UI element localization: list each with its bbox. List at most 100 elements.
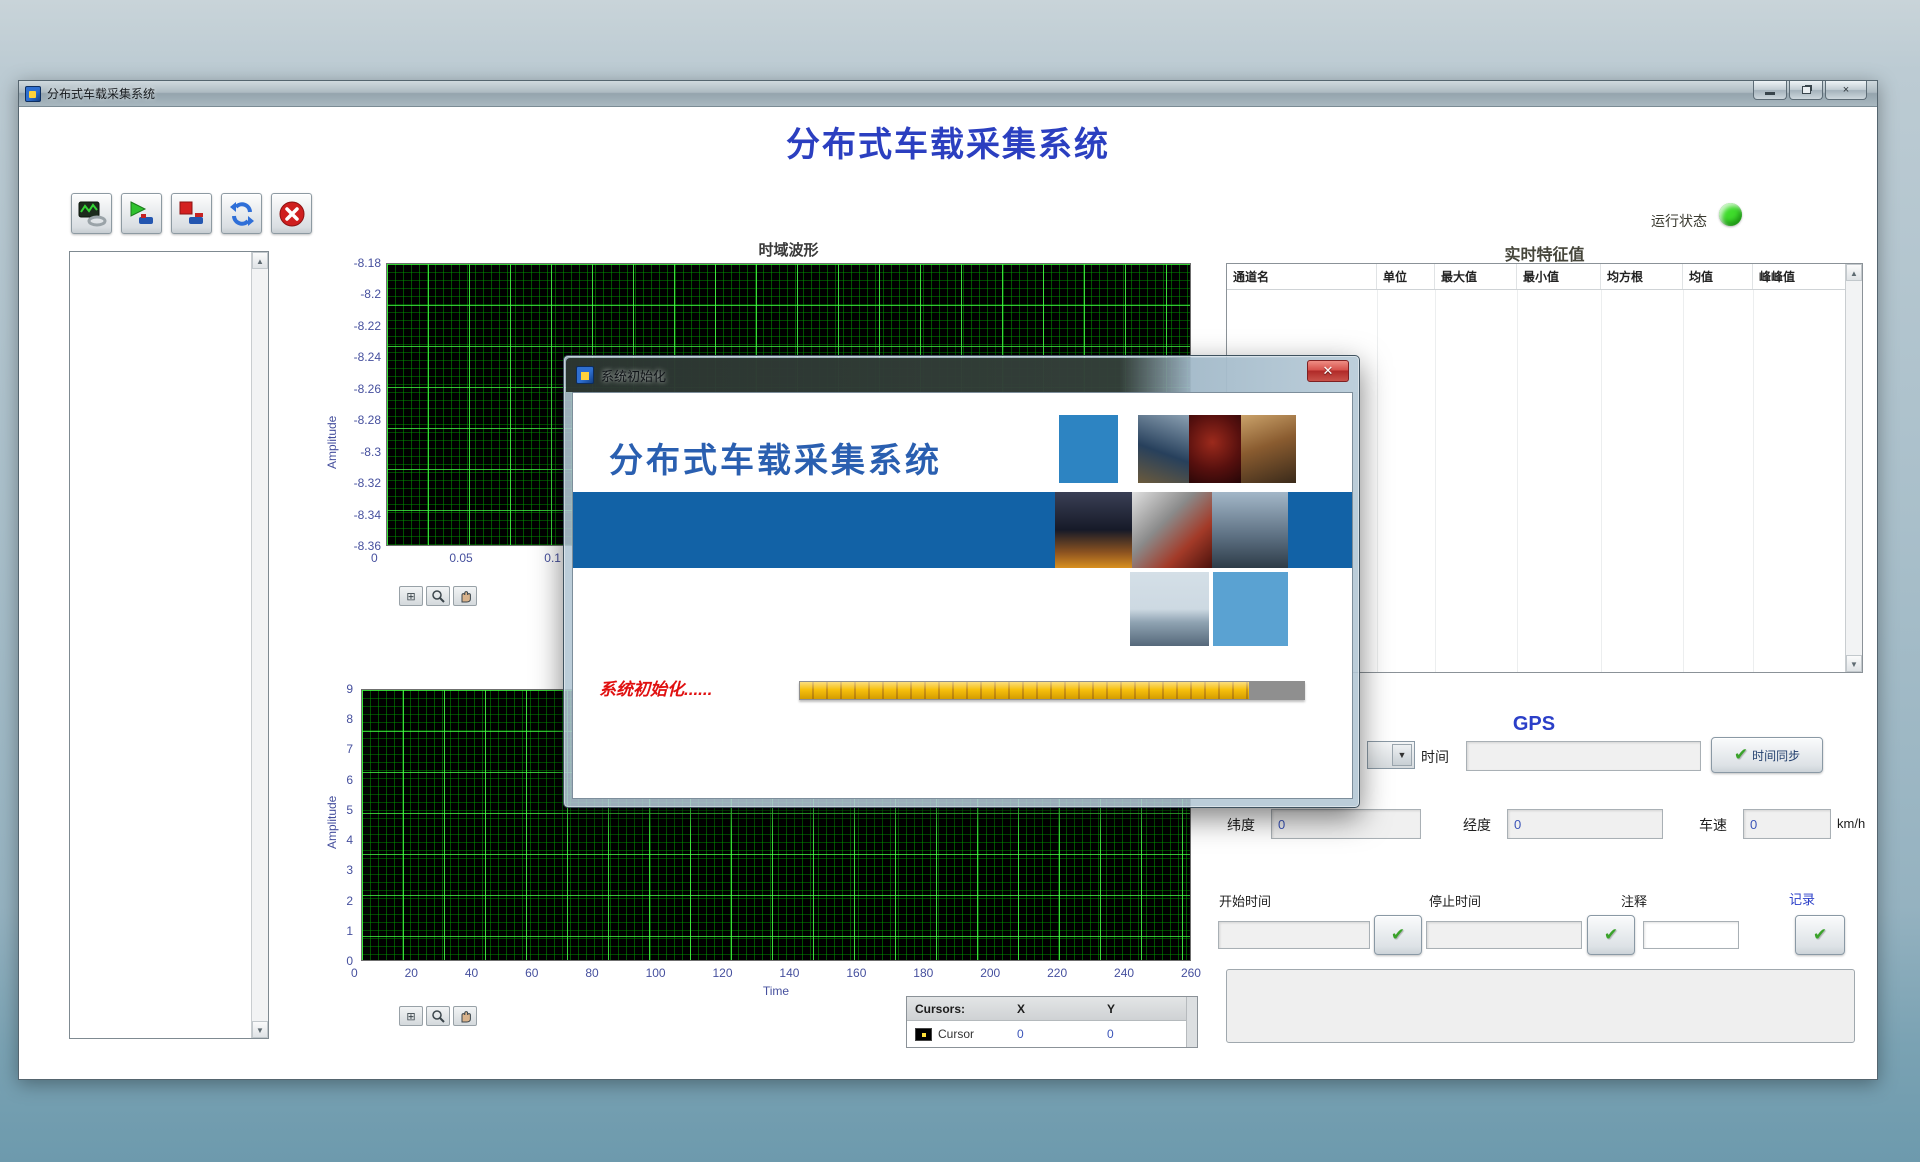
stop-time-confirm-button[interactable]: ✔ [1587,915,1635,955]
scroll-up-icon[interactable]: ▲ [1846,264,1862,281]
y-tick: 3 [346,863,353,877]
scroll-up-icon[interactable]: ▲ [252,252,268,269]
start-time-field[interactable] [1218,921,1370,949]
x-tick: 240 [1114,966,1134,980]
run-status-label: 运行状态 [1651,211,1707,231]
check-icon: ✔ [1604,925,1618,945]
abort-icon [277,199,307,229]
y-tick: 6 [346,773,353,787]
y-tick: 2 [346,894,353,908]
feature-panel-title: 实时特征值 [1226,241,1863,265]
feature-table-scrollbar[interactable]: ▲ ▼ [1845,264,1862,672]
cursor-legend-scrollbar[interactable] [1186,997,1197,1047]
dialog-content: 分布式车载采集系统 系统初始化...... [572,392,1353,799]
x-tick: 60 [525,966,538,980]
stop-button[interactable] [171,193,212,234]
gps-port-combo[interactable]: ▼ [1367,741,1415,769]
run-icon [127,199,157,229]
cursor-x-header: X [1017,1002,1107,1016]
x-tick: 0.1 [544,551,561,565]
chevron-down-icon[interactable]: ▼ [1392,744,1412,766]
top-chart-palette: ⊞ [399,586,477,606]
hardware-config-icon [77,199,107,229]
column-divider [1601,290,1602,672]
cursor-row[interactable]: Cursor 0 0 [907,1021,1197,1047]
y-tick: -8.2 [360,287,381,301]
x-tick: 0.05 [449,551,472,565]
latitude-field[interactable] [1271,809,1421,839]
pan-tool-icon[interactable] [453,586,477,606]
top-chart-title: 时域波形 [386,239,1191,260]
dialog-heading: 分布式车载采集系统 [609,433,942,482]
zoom-tool-icon[interactable] [426,1006,450,1026]
feature-column-header: 通道名 [1227,264,1377,289]
hardware-config-button[interactable] [71,193,112,234]
y-tick: 9 [346,682,353,696]
abort-button[interactable] [271,193,312,234]
mosaic-lightblue-tile [1213,572,1288,646]
dialog-close-button[interactable]: ✕ [1307,360,1349,382]
window-titlebar[interactable]: 分布式车载采集系统 × [19,81,1877,107]
mosaic-blue-tile [1059,415,1118,483]
x-tick: 200 [980,966,1000,980]
check-icon: ✔ [1813,925,1827,945]
zoom-tool-icon[interactable] [426,586,450,606]
speed-field[interactable] [1743,809,1831,839]
message-box [1226,969,1855,1043]
close-button[interactable]: × [1825,81,1867,100]
record-confirm-button[interactable]: ✔ [1795,915,1845,955]
gps-time-label: 时间 [1421,747,1449,767]
bottom-chart-xticks: 020406080100120140160180200220240260 [351,966,1201,980]
top-chart-yticks: -8.18-8.2-8.22-8.24-8.26-8.28-8.3-8.32-8… [319,256,381,553]
window-controls: × [1753,81,1867,100]
speed-unit-label: km/h [1837,816,1865,831]
longitude-field[interactable] [1507,809,1663,839]
mosaic-photo-engine [1189,415,1241,483]
start-time-confirm-button[interactable]: ✔ [1374,915,1422,955]
y-tick: 4 [346,833,353,847]
y-tick: 7 [346,742,353,756]
y-tick: 5 [346,803,353,817]
time-sync-label: 时间同步 [1752,747,1800,764]
refresh-button[interactable] [221,193,262,234]
minimize-button[interactable] [1753,81,1787,100]
x-tick: 140 [779,966,799,980]
scroll-down-icon[interactable]: ▼ [252,1021,268,1038]
top-chart-ylabel: Amplitude [325,416,339,469]
app-icon [25,86,41,102]
channel-listbox[interactable]: ▲ ▼ [69,251,269,1039]
x-tick: 160 [846,966,866,980]
note-field[interactable] [1643,921,1739,949]
x-tick: 80 [585,966,598,980]
start-time-label: 开始时间 [1219,891,1271,910]
latitude-label: 纬度 [1227,815,1255,835]
run-button[interactable] [121,193,162,234]
stop-time-field[interactable] [1426,921,1582,949]
record-label: 记录 [1789,889,1815,908]
mosaic-photo-aircraft [1212,492,1288,568]
cursor-tool-icon[interactable]: ⊞ [399,586,423,606]
mosaic-photo-machinery [1132,492,1212,568]
feature-column-header: 均方根 [1601,264,1683,289]
y-tick: -8.3 [360,445,381,459]
dialog-icon [576,366,594,384]
time-sync-button[interactable]: ✔ 时间同步 [1711,737,1823,773]
scroll-down-icon[interactable]: ▼ [1846,655,1862,672]
x-tick: 260 [1181,966,1201,980]
minimize-icon [1765,92,1775,95]
listbox-scrollbar[interactable]: ▲ ▼ [251,252,268,1038]
restore-button[interactable] [1789,81,1823,100]
stop-time-label: 停止时间 [1429,891,1481,910]
y-tick: 1 [346,924,353,938]
cursor-y-header: Y [1107,1002,1177,1016]
gps-time-field[interactable] [1466,741,1701,771]
cursor-tool-icon[interactable]: ⊞ [399,1006,423,1026]
dialog-titlebar[interactable]: 系统初始化 [566,358,1357,392]
pan-tool-icon[interactable] [453,1006,477,1026]
cursor-name: Cursor [938,1027,974,1041]
x-tick: 120 [713,966,733,980]
mosaic-photo-rotor [1241,415,1296,483]
longitude-label: 经度 [1463,815,1491,835]
column-divider [1683,290,1684,672]
cursor-x-value: 0 [1017,1027,1107,1041]
